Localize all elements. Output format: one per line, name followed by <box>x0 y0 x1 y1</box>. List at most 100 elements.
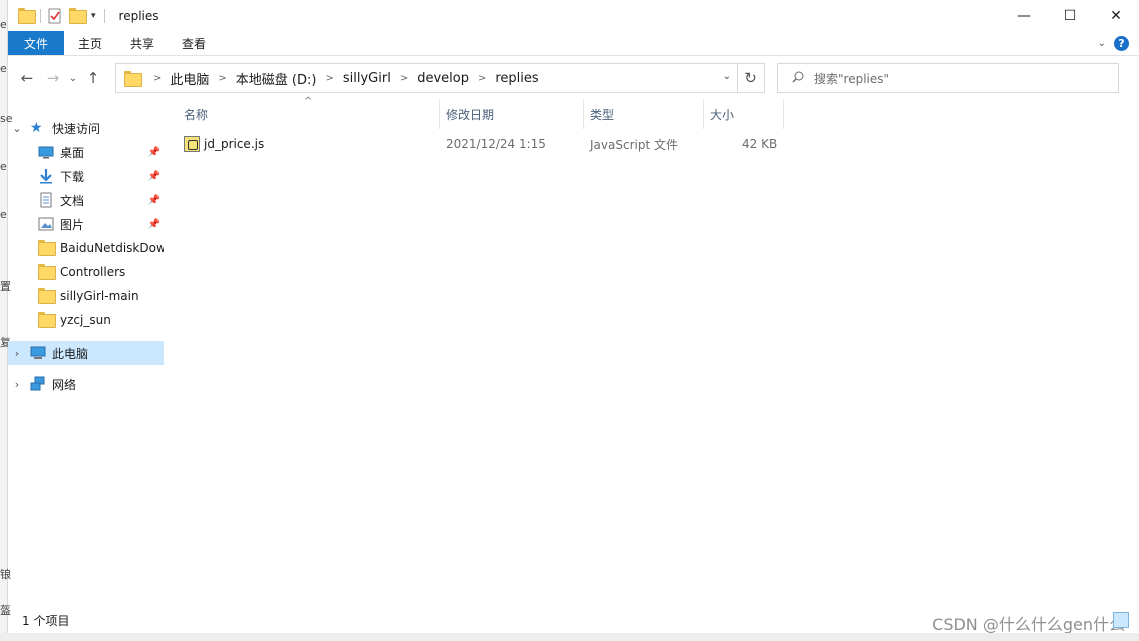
file-modified: 2021/12/24 1:15 <box>446 137 546 151</box>
chevron-down-icon[interactable]: ⌄ <box>12 122 22 135</box>
table-row[interactable]: jd_price.js 2021/12/24 1:15 JavaScript 文… <box>178 133 788 155</box>
sidebar-item-folder[interactable]: yzcj_sun <box>8 308 164 332</box>
column-header-name[interactable]: 名称 <box>178 99 440 129</box>
watermark-text: CSDN @什么什么gen什么 <box>932 615 1125 634</box>
tab-home[interactable]: 主页 <box>64 31 116 55</box>
ribbon-right-controls: ⌄ ? <box>1098 31 1129 56</box>
breadcrumb-this-pc[interactable]: 此电脑 <box>170 69 209 88</box>
sidebar-item-folder[interactable]: sillyGirl-main <box>8 284 164 308</box>
sidebar-item-documents[interactable]: 文档 📌 <box>8 188 164 212</box>
pin-icon[interactable]: 📌 <box>148 171 160 182</box>
window-title: replies <box>118 8 159 23</box>
sidebar-item-label: 图片 <box>60 217 85 232</box>
breadcrumb-separator: > <box>399 72 409 84</box>
folder-icon <box>124 71 142 87</box>
column-header-size[interactable]: 大小 <box>704 99 784 129</box>
window-bottom-edge <box>0 633 1139 641</box>
quick-access-toolbar: ▾ <box>8 0 111 31</box>
sidebar-item-desktop[interactable]: 桌面 📌 <box>8 140 164 164</box>
column-header-date[interactable]: 修改日期 <box>440 99 584 129</box>
ribbon-tabs: 文件 主页 共享 查看 ⌄ ? <box>8 31 1139 56</box>
file-list: ^ 名称 修改日期 类型 大小 jd_price.js 2021/12/24 1… <box>166 96 1139 599</box>
folder-icon <box>38 288 56 304</box>
window-controls: — ☐ ✕ <box>1001 0 1139 31</box>
breadcrumb-replies[interactable]: replies <box>495 71 538 86</box>
pin-icon[interactable]: 📌 <box>148 219 160 230</box>
background-window-edge: e e se e e 置复锒盔 <box>0 0 13 641</box>
address-dropdown-icon[interactable]: ⌄ <box>723 71 731 82</box>
tab-view[interactable]: 查看 <box>168 31 220 55</box>
chevron-right-icon[interactable]: › <box>12 347 22 360</box>
title-bar: ▾ replies — ☐ ✕ <box>8 0 1139 31</box>
close-button[interactable]: ✕ <box>1093 0 1139 31</box>
pin-icon[interactable]: 📌 <box>148 195 160 206</box>
breadcrumb-sillygirl[interactable]: sillyGirl <box>343 71 391 86</box>
sidebar-item-downloads[interactable]: 下载 📌 <box>8 164 164 188</box>
chevron-down-icon[interactable]: ⌄ <box>1098 38 1106 49</box>
breadcrumb-separator: > <box>325 72 334 84</box>
minimize-button[interactable]: — <box>1001 0 1047 31</box>
sidebar-item-label: yzcj_sun <box>60 313 111 327</box>
document-icon <box>38 192 54 208</box>
sidebar-item-pictures[interactable]: 图片 📌 <box>8 212 164 236</box>
sidebar-item-label: sillyGirl-main <box>60 289 139 303</box>
forward-button[interactable]: → <box>40 65 66 91</box>
picture-icon <box>38 216 54 232</box>
pin-icon[interactable]: 📌 <box>148 147 160 158</box>
breadcrumb-drive-d[interactable]: 本地磁盘 (D:) <box>236 69 317 88</box>
sidebar-item-quick-access[interactable]: ⌄ ★ 快速访问 <box>8 116 164 140</box>
sidebar-item-label: 文档 <box>60 193 85 208</box>
navigation-bar: ← → ⌄ ↑ > 此电脑 > 本地磁盘 (D:) > sillyGirl > … <box>8 57 1139 99</box>
chevron-right-icon[interactable]: › <box>12 378 22 391</box>
file-type: JavaScript 文件 <box>590 137 678 152</box>
recent-locations-button[interactable]: ⌄ <box>66 65 80 91</box>
sidebar-item-folder[interactable]: BaiduNetdiskDow <box>8 236 164 260</box>
address-bar[interactable]: > 此电脑 > 本地磁盘 (D:) > sillyGirl > develop … <box>115 63 738 93</box>
file-name-cell: jd_price.js <box>184 136 264 152</box>
sidebar-item-this-pc[interactable]: › 此电脑 <box>8 341 164 365</box>
column-header-type[interactable]: 类型 <box>584 99 704 129</box>
sidebar-item-label: 快速访问 <box>52 121 101 136</box>
download-icon <box>38 168 54 184</box>
file-size: 42 KB <box>742 137 778 151</box>
search-input[interactable]: 搜索"replies" <box>777 63 1119 93</box>
breadcrumb-separator: > <box>218 72 227 84</box>
help-button[interactable]: ? <box>1114 36 1129 51</box>
sidebar-item-label: 桌面 <box>60 145 85 160</box>
sidebar-item-label: 下载 <box>60 169 85 184</box>
maximize-button[interactable]: ☐ <box>1047 0 1093 31</box>
view-switcher <box>1113 612 1129 628</box>
new-folder-icon[interactable] <box>69 7 87 24</box>
file-explorer-window: e e se e e 置复锒盔 ▾ replies — ☐ ✕ 文件 主页 共享 查看 … <box>0 0 1139 641</box>
sidebar-item-network[interactable]: › 网络 <box>8 372 164 396</box>
breadcrumb-develop[interactable]: develop <box>417 71 469 86</box>
search-icon <box>792 71 804 86</box>
computer-icon <box>30 345 46 361</box>
breadcrumb-separator: > <box>477 72 487 84</box>
tab-share[interactable]: 共享 <box>116 31 168 55</box>
properties-icon[interactable] <box>47 8 63 24</box>
file-name: jd_price.js <box>204 137 265 151</box>
search-placeholder: 搜索"replies" <box>814 71 890 86</box>
sidebar-item-label: 此电脑 <box>52 346 89 361</box>
sidebar-item-folder[interactable]: Controllers <box>8 260 164 284</box>
item-count: 1 个项目 <box>22 614 70 628</box>
sidebar-item-label: Controllers <box>60 265 126 279</box>
folder-icon <box>38 240 56 256</box>
javascript-file-icon <box>184 136 200 152</box>
sidebar-item-label: BaiduNetdiskDow <box>60 241 164 255</box>
star-icon: ★ <box>30 120 43 136</box>
folder-icon[interactable] <box>18 7 36 24</box>
back-button[interactable]: ← <box>14 65 40 91</box>
customize-toolbar-icon[interactable]: ▾ <box>91 11 96 21</box>
toolbar-divider <box>40 8 41 23</box>
toolbar-divider <box>103 8 105 23</box>
network-icon <box>30 376 46 392</box>
breadcrumb-separator: > <box>153 72 162 84</box>
details-view-button[interactable] <box>1113 612 1129 628</box>
refresh-button[interactable]: ↻ <box>737 63 765 93</box>
tab-file[interactable]: 文件 <box>8 31 64 55</box>
up-button[interactable]: ↑ <box>80 65 106 91</box>
desktop-icon <box>38 144 54 160</box>
sidebar-item-label: 网络 <box>52 377 77 392</box>
